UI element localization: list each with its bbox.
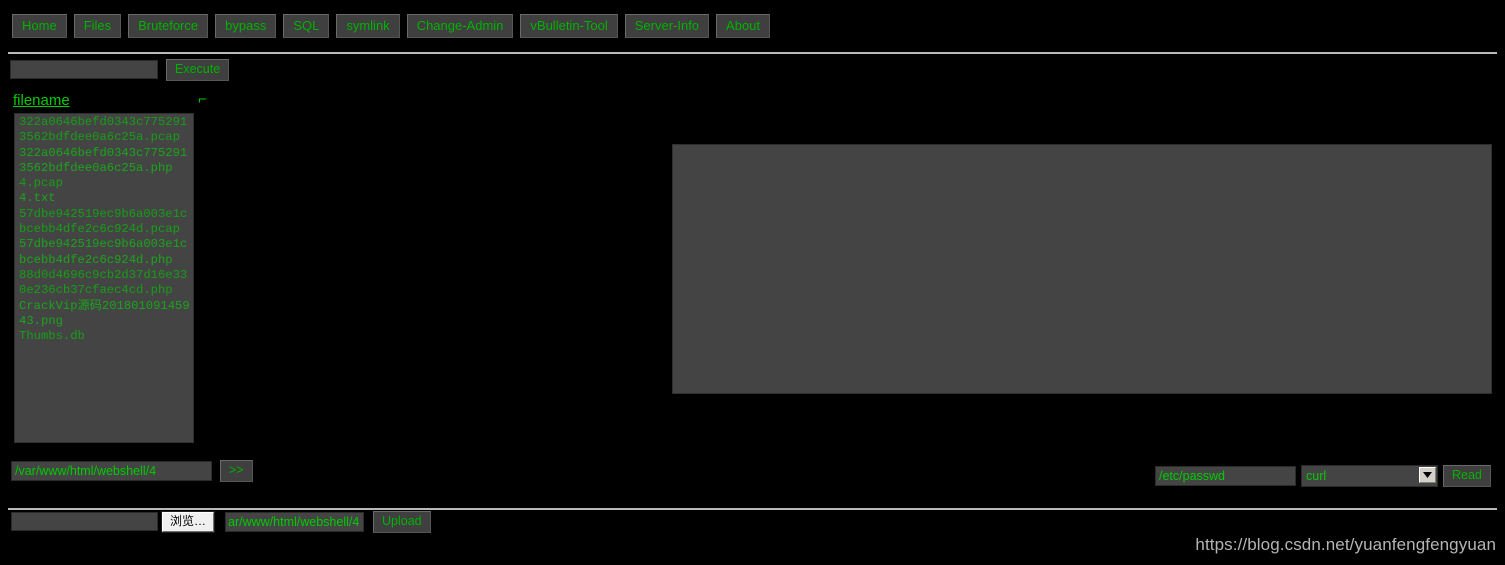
upload-destination-input[interactable] [225,511,365,532]
nav-item-vbulletin-tool[interactable]: vBulletin-Tool [520,14,618,38]
read-function-select[interactable]: curl [1301,465,1438,487]
watermark-text: https://blog.csdn.net/yuanfengfengyuan [1195,535,1496,554]
chevron-down-icon[interactable] [1419,467,1436,483]
read-button[interactable]: Read [1443,465,1491,487]
read-function-value: curl [1306,469,1327,483]
list-item[interactable]: 57dbe942519ec9b6a003e1cbcebb4dfe2c6c924d… [19,237,191,268]
upload-row: 浏览… Upload [11,510,431,533]
list-item[interactable]: 57dbe942519ec9b6a003e1cbcebb4dfe2c6c924d… [19,207,191,238]
browse-button[interactable]: 浏览… [160,510,216,533]
nav-item-bruteforce[interactable]: Bruteforce [128,14,209,38]
path-go-button[interactable]: >> [220,460,253,482]
upload-button[interactable]: Upload [373,511,431,533]
list-item[interactable]: 4.pcap [19,176,191,191]
read-file-input[interactable] [1155,466,1296,486]
list-item[interactable]: 88d0d4696c9cb2d37d16e330e236cb37cfaec4cd… [19,268,191,299]
divider-top [8,52,1497,54]
read-row: curl Read [1155,465,1491,487]
filename-column-header[interactable]: filename [13,92,70,109]
current-path-input[interactable] [11,460,212,481]
sort-marker-icon: ⌐ [198,92,208,109]
file-list[interactable]: 322a0646befd0343c7752913562bdfdee0a6c25a… [14,113,194,443]
upload-file-input[interactable] [11,512,158,532]
nav-item-files[interactable]: Files [73,14,122,38]
list-item[interactable]: CrackVip源码20180109145943.png [19,299,191,330]
nav-item-symlink[interactable]: symlink [336,14,400,38]
list-item[interactable]: Thumbs.db [19,329,191,344]
execute-button[interactable]: Execute [166,59,230,81]
divider-bottom [8,508,1497,510]
nav-item-change-admin[interactable]: Change-Admin [406,14,514,38]
list-item[interactable]: 322a0646befd0343c7752913562bdfdee0a6c25a… [19,115,191,146]
main-navbar: Home Files Bruteforce bypass SQL symlink… [0,14,1505,38]
nav-item-about[interactable]: About [716,14,771,38]
command-row: Execute [10,59,230,81]
command-input[interactable] [10,60,158,80]
nav-item-home[interactable]: Home [12,14,67,38]
path-row: >> [11,460,253,482]
list-item[interactable]: 4.txt [19,191,191,206]
nav-item-server-info[interactable]: Server-Info [624,14,710,38]
nav-item-bypass[interactable]: bypass [215,14,277,38]
list-item[interactable]: 322a0646befd0343c7752913562bdfdee0a6c25a… [19,146,191,177]
nav-item-sql[interactable]: SQL [283,14,330,38]
output-textarea[interactable] [672,144,1492,394]
